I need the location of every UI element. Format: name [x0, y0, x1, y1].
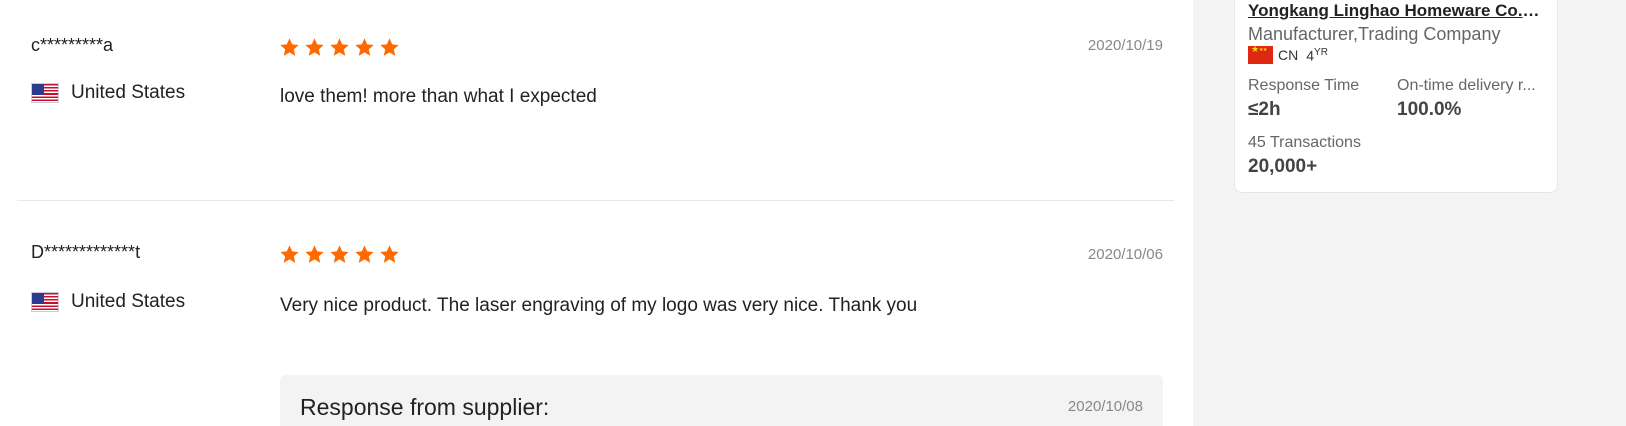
- rating-stars: [279, 37, 400, 58]
- review-comment: Very nice product. The laser engraving o…: [280, 295, 918, 316]
- review-date: 2020/10/06: [1087, 246, 1163, 263]
- supplier-origin: CN 4YR: [1248, 44, 1328, 64]
- years-badge: 4YR: [1306, 47, 1328, 64]
- transactions-value: 20,000+: [1248, 156, 1318, 177]
- reviewer-name: c*********a: [31, 35, 114, 55]
- supplier-response: Response from supplier: 2020/10/08: [280, 375, 1163, 426]
- review-comment: love them! more than what I expected: [280, 86, 597, 107]
- review-item: D*************t United States 2020/10/06…: [0, 202, 1193, 426]
- us-flag-icon: [31, 83, 59, 103]
- transactions-label: 45 Transactions: [1248, 134, 1361, 151]
- us-flag-icon: [31, 292, 59, 312]
- star-icon: [330, 245, 349, 263]
- supplier-card: Yongkang Linghao Homeware Co., ... Manuf…: [1234, 0, 1558, 193]
- cn-flag-icon: [1248, 44, 1273, 64]
- ontime-delivery-label: On-time delivery r...: [1397, 77, 1536, 94]
- rating-stars: [279, 244, 400, 265]
- star-icon: [280, 38, 299, 56]
- review-divider: [17, 200, 1174, 201]
- star-icon: [330, 38, 349, 56]
- supplier-type: Manufacturer,Trading Company: [1248, 24, 1501, 44]
- star-icon: [305, 245, 324, 263]
- country-label: United States: [71, 291, 186, 312]
- star-icon: [355, 38, 374, 56]
- country-code: CN: [1278, 47, 1299, 63]
- review-date: 2020/10/19: [1087, 37, 1163, 54]
- star-icon: [280, 245, 299, 263]
- review-item: c*********a United States 2020/10/19 lov…: [0, 0, 1193, 200]
- reviewer-country: United States: [31, 82, 185, 104]
- response-time-label: Response Time: [1248, 77, 1360, 94]
- response-date: 2020/10/08: [1067, 398, 1143, 415]
- ontime-delivery-value: 100.0%: [1397, 99, 1462, 120]
- reviewer-name: D*************t: [31, 242, 141, 262]
- response-title: Response from supplier:: [300, 394, 550, 420]
- years-unit: YR: [1314, 46, 1328, 58]
- country-label: United States: [71, 82, 186, 103]
- star-icon: [305, 38, 324, 56]
- years-number: 4: [1306, 47, 1315, 64]
- response-time-value: ≤2h: [1248, 99, 1281, 120]
- reviewer-country: United States: [31, 291, 185, 313]
- star-icon: [355, 245, 374, 263]
- star-icon: [380, 38, 399, 56]
- star-icon: [380, 245, 399, 263]
- supplier-name-link[interactable]: Yongkang Linghao Homeware Co., ...: [1248, 1, 1544, 21]
- reviews-panel: c*********a United States 2020/10/19 lov…: [0, 0, 1193, 426]
